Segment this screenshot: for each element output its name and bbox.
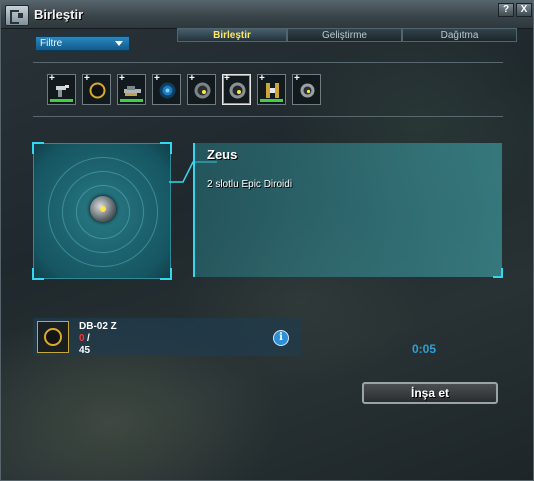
build-button[interactable]: İnşa et xyxy=(362,382,498,404)
item-progress-bar xyxy=(50,99,73,102)
filter-dropdown[interactable]: Filtre xyxy=(35,36,130,51)
item-info-panel: Zeus 2 slotlu Epic Diroidi xyxy=(193,143,503,278)
frame-corner xyxy=(160,142,172,154)
tab-upgrade[interactable]: Geliştirme xyxy=(287,28,402,42)
drone-icon xyxy=(90,196,116,222)
divider xyxy=(33,62,503,63)
title-bar[interactable]: Birleştir ? X xyxy=(1,1,533,29)
filter-label: Filtre xyxy=(40,38,63,49)
upgrade-plus: + xyxy=(84,73,90,84)
gold-ring-icon xyxy=(44,328,62,346)
item-slot-selected[interactable]: + xyxy=(222,73,251,105)
tab-dismantle[interactable]: Dağıtma xyxy=(402,28,517,42)
requirement-name: DB-02 Z xyxy=(79,321,117,332)
requirement-slash: / xyxy=(87,333,90,344)
combine-window: Birleştir ? X Filtre Birleştir Geliştirm… xyxy=(0,0,534,481)
item-slot[interactable]: + xyxy=(117,73,146,105)
gold-cell-icon xyxy=(266,83,279,98)
item-slot[interactable]: + xyxy=(82,73,111,105)
item-slot[interactable]: + xyxy=(257,73,286,105)
help-button[interactable]: ? xyxy=(498,3,514,17)
close-button[interactable]: X xyxy=(516,3,532,17)
info-icon[interactable]: i xyxy=(273,330,289,346)
drone-small-icon xyxy=(300,83,315,98)
build-timer: 0:05 xyxy=(412,342,437,356)
gold-ring-icon xyxy=(89,82,106,99)
item-slot[interactable]: + xyxy=(292,73,321,105)
divider xyxy=(33,116,503,117)
frame-corner xyxy=(32,142,44,154)
window-title: Birleştir xyxy=(34,7,84,22)
combine-icon xyxy=(5,5,29,26)
upgrade-plus: + xyxy=(294,73,300,84)
item-progress-bar xyxy=(120,99,143,102)
upgrade-plus: + xyxy=(224,73,230,84)
blue-generator-icon xyxy=(159,82,176,99)
item-preview xyxy=(32,142,172,280)
tab-bar: Birleştir Geliştirme Dağıtma xyxy=(177,28,517,43)
item-progress-bar xyxy=(260,99,283,102)
upgrade-plus: + xyxy=(189,73,195,84)
item-slot[interactable]: + xyxy=(187,73,216,105)
upgrade-plus: + xyxy=(259,73,265,84)
chevron-down-icon xyxy=(115,41,123,46)
upgrade-plus: + xyxy=(119,73,125,84)
frame-corner xyxy=(160,268,172,280)
frame-corner xyxy=(32,268,44,280)
item-slot[interactable]: + xyxy=(47,73,76,105)
drone-icon xyxy=(229,82,246,99)
requirement-row: DB-02 Z 0 / 45 i xyxy=(33,318,301,356)
cannon-icon xyxy=(124,86,141,96)
requirement-have: 0 xyxy=(79,333,85,344)
requirement-item[interactable] xyxy=(37,321,69,353)
tab-combine[interactable]: Birleştir xyxy=(177,28,287,42)
item-description: 2 slotlu Epic Diroidi xyxy=(207,179,293,190)
upgrade-plus: + xyxy=(154,73,160,84)
item-name: Zeus xyxy=(207,147,238,162)
upgrade-plus: + xyxy=(49,73,55,84)
requirement-need: 45 xyxy=(79,345,91,356)
item-slot[interactable]: + xyxy=(152,73,181,105)
drone-icon xyxy=(194,82,211,99)
laser-gun-icon xyxy=(56,85,69,97)
